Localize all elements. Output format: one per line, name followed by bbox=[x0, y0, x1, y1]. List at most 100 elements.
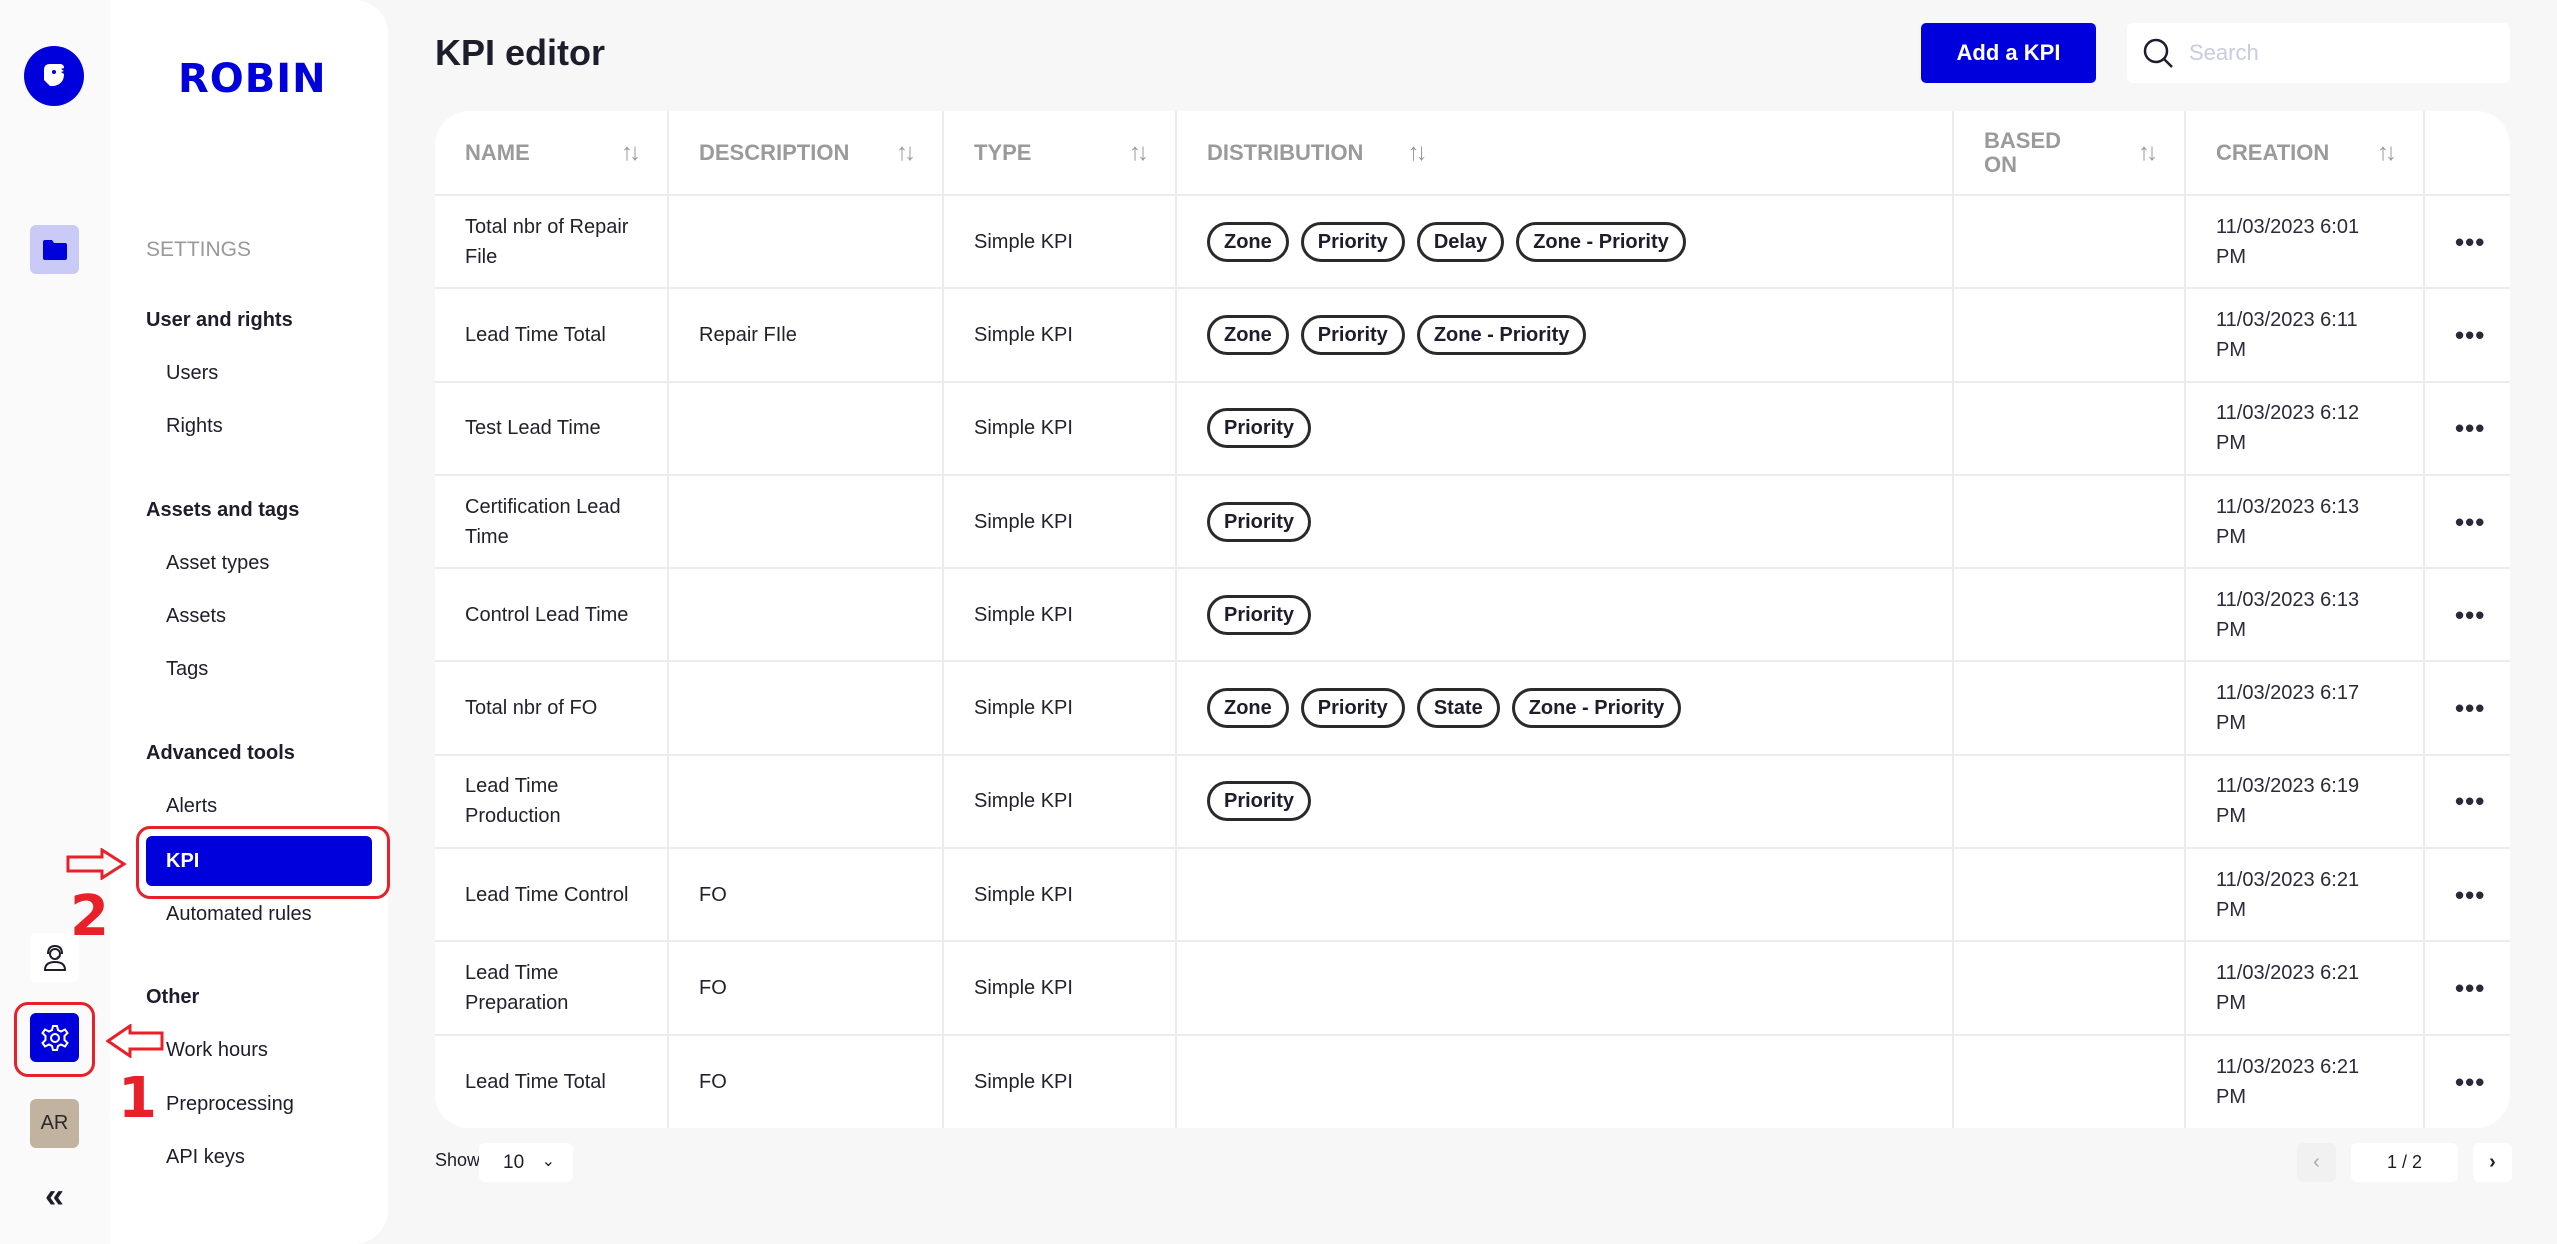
column-header-description[interactable]: DESCRIPTION ↑↓ bbox=[668, 111, 944, 196]
distribution-tag: State bbox=[1416, 688, 1500, 729]
page-title: KPI editor bbox=[435, 32, 606, 73]
table-header-row: NAME ↑↓ DESCRIPTION ↑↓ TYPE ↑↓ DISTRIBUTION… bbox=[435, 111, 2510, 196]
cell-creation: 11/03/2023 6:13 PM bbox=[2185, 474, 2425, 570]
cell-description bbox=[668, 381, 944, 476]
group-assets-and-tags: Assets and tags bbox=[146, 499, 300, 521]
column-header-creation[interactable]: CREATION ↑↓ bbox=[2185, 111, 2425, 196]
nav-item-automated-rules[interactable]: Automated rules bbox=[166, 903, 312, 926]
collapse-sidebar-icon[interactable]: « bbox=[30, 1172, 79, 1221]
table-row[interactable]: Total nbr of Repair File Simple KPI Zone Pr… bbox=[435, 195, 2510, 290]
cell-type: Simple KPI bbox=[943, 474, 1177, 570]
row-actions-menu-icon[interactable]: ••• bbox=[2424, 941, 2510, 1036]
next-page-button[interactable]: › bbox=[2473, 1143, 2512, 1182]
distribution-tag: Zone bbox=[1207, 221, 1289, 262]
nav-item-preprocessing[interactable]: Preprocessing bbox=[166, 1093, 294, 1116]
cell-distribution: Priority bbox=[1176, 568, 1954, 663]
cell-name: Total nbr of FO bbox=[435, 661, 669, 756]
nav-item-rights[interactable]: Rights bbox=[166, 415, 223, 438]
cell-creation: 11/03/2023 6:13 PM bbox=[2185, 568, 2425, 663]
cell-based-on bbox=[1953, 941, 2186, 1036]
group-advanced-tools: Advanced tools bbox=[146, 742, 295, 764]
column-header-actions bbox=[2424, 111, 2510, 196]
show-label: Show bbox=[435, 1150, 481, 1170]
cell-distribution: Priority bbox=[1176, 381, 1954, 476]
prev-page-button[interactable]: ‹ bbox=[2297, 1143, 2336, 1182]
cell-based-on bbox=[1953, 195, 2186, 290]
sort-icon[interactable]: ↑↓ bbox=[1407, 139, 1427, 167]
table-row[interactable]: Control Lead Time Simple KPI Priority 11/03… bbox=[435, 568, 2510, 663]
row-actions-menu-icon[interactable]: ••• bbox=[2424, 754, 2510, 850]
row-actions-menu-icon[interactable]: ••• bbox=[2424, 848, 2510, 943]
distribution-tag: Zone - Priority bbox=[1416, 314, 1587, 355]
row-actions-menu-icon[interactable]: ••• bbox=[2424, 288, 2510, 383]
cell-based-on bbox=[1953, 381, 2186, 476]
row-actions-menu-icon[interactable]: ••• bbox=[2424, 474, 2510, 570]
table-row[interactable]: Lead Time Preparation FO Simple KPI 11/03/2… bbox=[435, 941, 2510, 1036]
sort-icon[interactable]: ↑↓ bbox=[621, 139, 641, 167]
cell-description: FO bbox=[668, 848, 944, 943]
nav-item-users[interactable]: Users bbox=[166, 362, 218, 385]
nav-item-assets[interactable]: Assets bbox=[166, 605, 226, 628]
cell-distribution: Zone Priority State Zone - Priority bbox=[1176, 661, 1954, 756]
row-actions-menu-icon[interactable]: ••• bbox=[2424, 381, 2510, 476]
cell-type: Simple KPI bbox=[943, 568, 1177, 663]
column-header-distribution[interactable]: DISTRIBUTION ↑↓ bbox=[1176, 111, 1954, 196]
cell-type: Simple KPI bbox=[943, 848, 1177, 943]
nav-item-asset-types[interactable]: Asset types bbox=[166, 552, 269, 575]
column-header-based-on[interactable]: BASED ON ↑↓ bbox=[1953, 111, 2186, 196]
row-actions-menu-icon[interactable]: ••• bbox=[2424, 661, 2510, 756]
cell-type: Simple KPI bbox=[943, 1034, 1177, 1128]
cell-name: Certification Lead Time bbox=[435, 474, 669, 570]
sort-icon[interactable]: ↑↓ bbox=[2377, 139, 2397, 167]
projects-button[interactable] bbox=[30, 225, 79, 274]
sort-icon[interactable]: ↑↓ bbox=[896, 139, 916, 167]
distribution-tag: Zone bbox=[1207, 688, 1289, 729]
annotation-box-kpi bbox=[136, 826, 390, 899]
cell-description: FO bbox=[668, 1034, 944, 1128]
distribution-tag: Zone bbox=[1207, 314, 1289, 355]
nav-item-api-keys[interactable]: API keys bbox=[166, 1146, 245, 1169]
distribution-tag: Zone - Priority bbox=[1516, 221, 1686, 262]
cell-creation: 11/03/2023 6:11 PM bbox=[2185, 288, 2425, 383]
table-row[interactable]: Lead Time Control FO Simple KPI 11/03/2023 … bbox=[435, 848, 2510, 943]
search-box[interactable] bbox=[2127, 23, 2510, 83]
table-row[interactable]: Lead Time Total Repair FIle Simple KPI Zone… bbox=[435, 288, 2510, 383]
row-actions-menu-icon[interactable]: ••• bbox=[2424, 1035, 2510, 1128]
add-kpi-button[interactable]: Add a KPI bbox=[1921, 23, 2096, 83]
robin-logo-icon[interactable] bbox=[24, 46, 84, 106]
cell-name: Control Lead Time bbox=[435, 568, 669, 663]
distribution-tag: Priority bbox=[1300, 314, 1405, 355]
sort-icon[interactable]: ↑↓ bbox=[1129, 139, 1149, 167]
column-header-name[interactable]: NAME ↑↓ bbox=[435, 111, 669, 196]
distribution-tag: Delay bbox=[1416, 221, 1505, 262]
sort-icon[interactable]: ↑↓ bbox=[2138, 139, 2158, 167]
user-avatar[interactable]: AR bbox=[30, 1099, 79, 1148]
distribution-tag: Priority bbox=[1207, 781, 1312, 822]
table-row[interactable]: Lead Time Production Simple KPI Priority 11… bbox=[435, 754, 2510, 850]
cell-based-on bbox=[1953, 661, 2186, 756]
page-size-select[interactable]: 10 ⌄ bbox=[479, 1143, 573, 1182]
row-actions-menu-icon[interactable]: ••• bbox=[2424, 195, 2510, 290]
search-icon bbox=[2143, 38, 2173, 68]
table-row[interactable]: Total nbr of FO Simple KPI Zone Priority Sta… bbox=[435, 661, 2510, 756]
cell-description: Repair FIle bbox=[668, 288, 944, 383]
table-row[interactable]: Lead Time Total FO Simple KPI 11/03/2023 6:… bbox=[435, 1034, 2510, 1128]
table-row[interactable]: Test Lead Time Simple KPI Priority 11/03/20… bbox=[435, 381, 2510, 476]
cell-name: Test Lead Time bbox=[435, 381, 669, 476]
nav-item-alerts[interactable]: Alerts bbox=[166, 795, 217, 818]
column-header-type[interactable]: TYPE ↑↓ bbox=[943, 111, 1177, 196]
cell-creation: 11/03/2023 6:17 PM bbox=[2185, 661, 2425, 756]
distribution-tag: Zone - Priority bbox=[1511, 688, 1682, 729]
group-user-and-rights: User and rights bbox=[146, 309, 293, 331]
row-actions-menu-icon[interactable]: ••• bbox=[2424, 568, 2510, 663]
cell-type: Simple KPI bbox=[943, 754, 1177, 850]
cell-type: Simple KPI bbox=[943, 288, 1177, 383]
annotation-arrow-left-icon bbox=[106, 1024, 164, 1058]
table-row[interactable]: Certification Lead Time Simple KPI Priorit… bbox=[435, 474, 2510, 570]
nav-item-work-hours[interactable]: Work hours bbox=[166, 1039, 268, 1062]
cell-description bbox=[668, 754, 944, 850]
nav-item-tags[interactable]: Tags bbox=[166, 658, 208, 681]
cell-name: Lead Time Production bbox=[435, 754, 669, 850]
annotation-box-settings bbox=[14, 1002, 95, 1077]
search-input[interactable] bbox=[2189, 40, 2489, 66]
